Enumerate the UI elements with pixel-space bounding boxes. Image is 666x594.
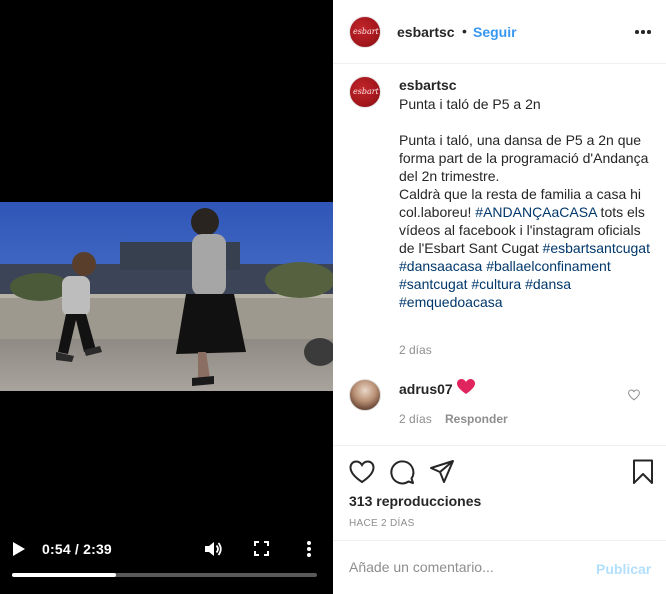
separator-dot: •	[462, 23, 467, 39]
hashtag-link[interactable]: #dansaacasa	[399, 258, 482, 274]
video-time: 0:54 / 2:39	[42, 541, 112, 557]
post-date[interactable]: HACE 2 DÍAS	[349, 518, 415, 529]
caption-avatar-logo-text: esbart	[353, 87, 379, 96]
hashtag-link[interactable]: #emquedoacasa	[399, 294, 503, 310]
caption-segment	[571, 276, 575, 292]
caption-text: Punta i taló de P5 a 2n Punta i taló, un…	[399, 95, 653, 311]
hashtag-link[interactable]: #santcugat	[399, 276, 468, 292]
video-progress-fill	[12, 573, 116, 577]
comment-timestamp: 2 días	[399, 412, 432, 426]
comment-icon[interactable]	[389, 459, 415, 485]
fullscreen-icon[interactable]	[254, 541, 269, 556]
hashtag-link[interactable]: #ANDANÇAaCASA	[475, 204, 596, 220]
caption-segment	[611, 258, 615, 274]
commenter-avatar[interactable]	[349, 379, 381, 411]
play-icon[interactable]	[12, 541, 26, 557]
video-player[interactable]: 0:54 / 2:39	[0, 0, 333, 594]
caption-timestamp: 2 días	[399, 343, 432, 357]
caption-avatar[interactable]: esbart	[349, 76, 381, 108]
comment-like-heart-icon[interactable]	[628, 389, 640, 401]
share-icon[interactable]	[429, 459, 455, 485]
post-header: esbart esbartsc • Seguir	[333, 0, 666, 64]
video-progress-bar[interactable]	[12, 573, 317, 577]
hashtag-link[interactable]: #dansa	[525, 276, 571, 292]
publish-button[interactable]: Publicar	[596, 561, 651, 577]
avatar[interactable]: esbart	[349, 16, 381, 48]
hashtag-link[interactable]: #cultura	[471, 276, 521, 292]
hashtag-link[interactable]: #esbartsantcugat	[543, 240, 650, 256]
add-comment-bar: Publicar	[333, 540, 666, 594]
red-heart-emoji-icon	[457, 379, 475, 394]
view-count[interactable]: 313 reproducciones	[349, 493, 481, 509]
reply-button[interactable]: Responder	[445, 412, 508, 426]
video-frame[interactable]	[0, 202, 333, 391]
heart-icon[interactable]	[349, 459, 375, 485]
caption-username[interactable]: esbartsc	[399, 77, 457, 93]
video-still	[0, 202, 333, 391]
post-author-username[interactable]: esbartsc	[397, 24, 455, 40]
more-vertical-icon[interactable]	[303, 540, 315, 558]
video-controls: 0:54 / 2:39	[0, 530, 333, 594]
caption-segment: Punta i taló de P5 a 2n Punta i taló, un…	[399, 96, 649, 220]
volume-icon[interactable]	[204, 540, 222, 558]
comment-input[interactable]	[349, 555, 589, 579]
follow-button[interactable]: Seguir	[473, 24, 517, 40]
bookmark-icon[interactable]	[630, 459, 656, 485]
caption-segment	[650, 240, 654, 256]
post-sidebar: esbart esbartsc • Seguir esbart esbartsc…	[333, 0, 666, 594]
commenter-username[interactable]: adrus07	[399, 381, 453, 397]
more-horizontal-icon[interactable]	[635, 30, 651, 34]
avatar-logo-text: esbart	[353, 27, 379, 36]
post-actions: 313 reproducciones HACE 2 DÍAS	[333, 445, 666, 540]
hashtag-link[interactable]: #ballaelconfinament	[486, 258, 611, 274]
